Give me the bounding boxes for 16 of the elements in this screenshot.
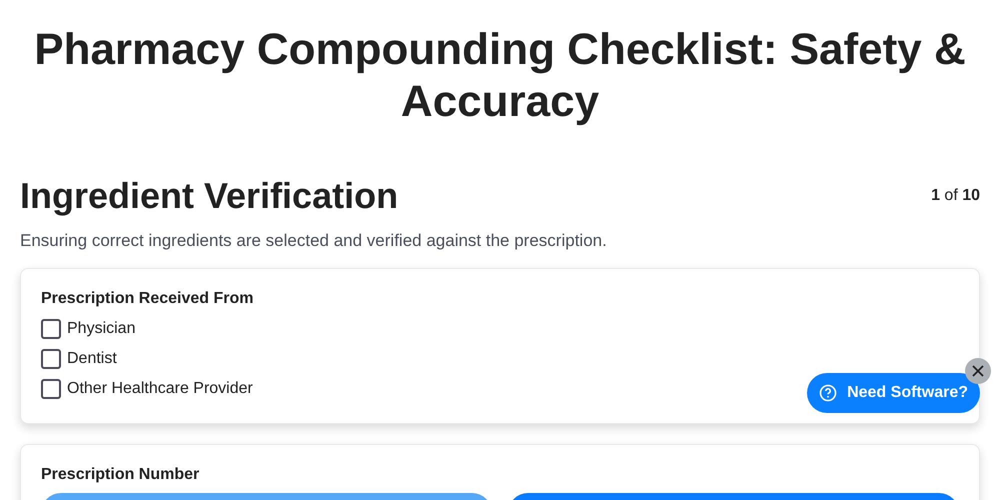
option-label: Dentist <box>67 348 117 368</box>
question-label: Prescription Received From <box>41 288 255 308</box>
checkbox[interactable] <box>41 318 61 338</box>
option-label: Other Healthcare Provider <box>67 378 253 398</box>
checkbox[interactable] <box>41 348 61 368</box>
question-label: Prescription Number <box>41 464 200 484</box>
close-button[interactable] <box>965 358 991 384</box>
checkbox[interactable] <box>41 378 61 398</box>
help-button[interactable]: Need Software? <box>807 373 980 413</box>
step-counter: 1 of 10 <box>931 186 980 206</box>
close-icon <box>972 365 984 377</box>
help-icon <box>819 384 838 402</box>
section-heading: Ingredient Verification <box>20 174 398 218</box>
section-description: Ensuring correct ingredients are selected and verified against the prescription. <box>20 230 608 252</box>
option-label: Physician <box>67 318 136 338</box>
page-title: Pharmacy Compounding Checklist: Safety & Accuracy <box>33 24 967 128</box>
